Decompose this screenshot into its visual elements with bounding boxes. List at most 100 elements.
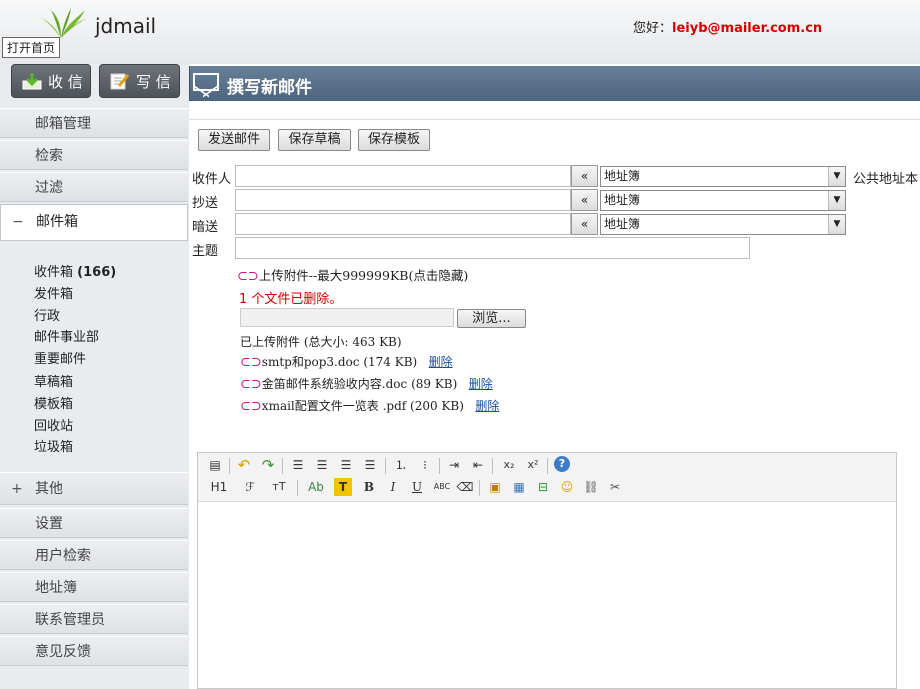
logo-leaf-icon[interactable] [33, 8, 91, 40]
bcc-input[interactable] [235, 213, 571, 235]
inbox-download-icon [22, 73, 42, 90]
indent-icon[interactable]: ⇥ [445, 456, 463, 474]
toolbar-separator [479, 480, 480, 496]
folder-trash[interactable]: 回收站 [34, 415, 73, 434]
delete-attachment-link[interactable]: 删除 [469, 377, 493, 391]
chevron-down-icon: ▼ [828, 167, 845, 186]
horizontal-rule-icon[interactable]: ⊟ [534, 478, 552, 496]
link-icon[interactable]: ⛓ [582, 478, 600, 496]
write-pencil-icon [110, 73, 130, 90]
subscript-icon[interactable]: x₂ [500, 456, 518, 474]
nav-filter[interactable]: 过滤 [0, 172, 188, 202]
nav-contact-admin[interactable]: 联系管理员 [0, 604, 188, 634]
nav-label: 邮件箱 [36, 214, 78, 230]
paperclip-icon: ⊂⊃ [240, 355, 262, 370]
redo-icon[interactable]: ↷ [259, 456, 277, 474]
nav-label: 联系管理员 [35, 612, 105, 628]
toolbar-separator [385, 458, 386, 474]
highlight-icon[interactable]: T [334, 478, 352, 496]
deleted-message: 1 个文件已删除。 [239, 292, 343, 307]
attachment-item: ⊂⊃金笛邮件系统验收内容.doc (89 KB) 删除 [240, 375, 493, 392]
folder-sent[interactable]: 发件箱 [34, 283, 73, 302]
outdent-icon[interactable]: ⇤ [469, 456, 487, 474]
heading-dropdown[interactable]: H1 [206, 478, 232, 496]
public-address-book-link[interactable]: 公共地址本 [853, 168, 918, 187]
folder-spam[interactable]: 垃圾箱 [34, 436, 73, 455]
paste-icon[interactable]: ▤ [206, 456, 224, 474]
bcc-label: 暗送 [192, 220, 219, 235]
to-input[interactable] [235, 165, 571, 187]
justify-icon[interactable]: ☰ [361, 456, 379, 474]
folder-inbox[interactable]: 收件箱 (166) [34, 261, 116, 280]
nav-mailbox-manage[interactable]: 邮箱管理 [0, 108, 188, 138]
envelope-icon [193, 73, 219, 91]
to-addressbook-select[interactable]: 地址簿 ▼ [600, 166, 846, 187]
send-button[interactable]: 发送邮件 [198, 129, 270, 151]
italic-icon[interactable]: I [384, 478, 402, 496]
strikethrough-icon[interactable]: ABC [432, 478, 452, 496]
editor-toolbar: ▤ ↶ ↷ ☰ ☰ ☰ ☰ ⒈ ⁝ ⇥ ⇤ x₂ x² ? H1 ℱ тT Ab… [198, 453, 896, 502]
nav-search[interactable]: 检索 [0, 140, 188, 170]
nav-label: 设置 [35, 516, 63, 532]
app-name[interactable]: jdmail [95, 14, 156, 38]
upload-toggle-label: 上传附件--最大999999KB(点击隐藏) [258, 268, 469, 283]
folder-drafts[interactable]: 草稿箱 [34, 371, 73, 390]
nav-address-book[interactable]: 地址簿 [0, 572, 188, 602]
nav-feedback[interactable]: 意见反馈 [0, 636, 188, 666]
insert-table-icon[interactable]: ▦ [510, 478, 528, 496]
bold-icon[interactable]: B [360, 478, 378, 496]
cc-input[interactable] [235, 189, 571, 211]
align-right-icon[interactable]: ☰ [337, 456, 355, 474]
nav-user-search[interactable]: 用户检索 [0, 540, 188, 570]
cc-label: 抄送 [192, 196, 219, 211]
subject-input[interactable] [235, 237, 750, 259]
text-color-icon[interactable]: Ab [305, 478, 327, 496]
folder-templates[interactable]: 模板箱 [34, 393, 73, 412]
attachment-size: (89 KB) [411, 377, 458, 391]
nav-label: 地址簿 [35, 580, 77, 596]
upload-toggle[interactable]: ⊂⊃上传附件--最大999999KB(点击隐藏) [237, 265, 468, 284]
undo-icon[interactable]: ↶ [235, 456, 253, 474]
align-center-icon[interactable]: ☰ [313, 456, 331, 474]
browse-button[interactable]: 浏览... [457, 309, 526, 328]
help-icon[interactable]: ? [554, 456, 570, 472]
superscript-icon[interactable]: x² [524, 456, 542, 474]
toolbar-separator [297, 480, 298, 496]
underline-icon[interactable]: U [408, 478, 426, 496]
font-family-dropdown[interactable]: ℱ [239, 478, 261, 496]
compose-mail-button[interactable]: 写 信 [99, 64, 180, 98]
cc-addressbook-button[interactable]: « [571, 189, 598, 211]
file-path-field[interactable] [240, 308, 454, 327]
folder-label: 收件箱 [34, 265, 74, 280]
delete-attachment-link[interactable]: 删除 [475, 399, 499, 413]
save-draft-button[interactable]: 保存草稿 [278, 129, 351, 151]
folder-admin[interactable]: 行政 [34, 305, 60, 324]
bcc-addressbook-select[interactable]: 地址簿 ▼ [600, 214, 846, 235]
eraser-icon[interactable]: ⌫ [456, 478, 474, 496]
inbox-count: (166) [77, 265, 117, 280]
align-left-icon[interactable]: ☰ [289, 456, 307, 474]
unordered-list-icon[interactable]: ⁝ [416, 456, 434, 474]
uploaded-header: 已上传附件 (总大小: 463 KB) [240, 335, 402, 349]
insert-image-icon[interactable]: ▣ [486, 478, 504, 496]
nav-mailbox[interactable]: − 邮件箱 [0, 204, 188, 241]
nav-settings[interactable]: 设置 [0, 508, 188, 538]
select-value: 地址簿 [604, 193, 641, 207]
attachment-name: xmail配置文件一览表 .pdf [261, 399, 407, 413]
folder-mail-dept[interactable]: 邮件事业部 [34, 326, 99, 345]
to-addressbook-button[interactable]: « [571, 165, 598, 187]
toolbar-separator [282, 458, 283, 474]
ordered-list-icon[interactable]: ⒈ [392, 456, 410, 474]
bcc-addressbook-button[interactable]: « [571, 213, 598, 235]
attachment-size: (200 KB) [410, 399, 464, 413]
folder-important[interactable]: 重要邮件 [34, 348, 86, 367]
font-size-dropdown[interactable]: тT [268, 478, 290, 496]
nav-other[interactable]: + 其他 [0, 472, 188, 505]
save-template-button[interactable]: 保存模板 [358, 129, 430, 151]
toolbar-separator [229, 458, 230, 474]
cc-addressbook-select[interactable]: 地址簿 ▼ [600, 190, 846, 211]
emoticon-icon[interactable]: ☺ [558, 478, 576, 496]
unlink-icon[interactable]: ✂ [606, 478, 624, 496]
delete-attachment-link[interactable]: 删除 [429, 355, 453, 369]
receive-mail-button[interactable]: 收 信 [11, 64, 91, 98]
